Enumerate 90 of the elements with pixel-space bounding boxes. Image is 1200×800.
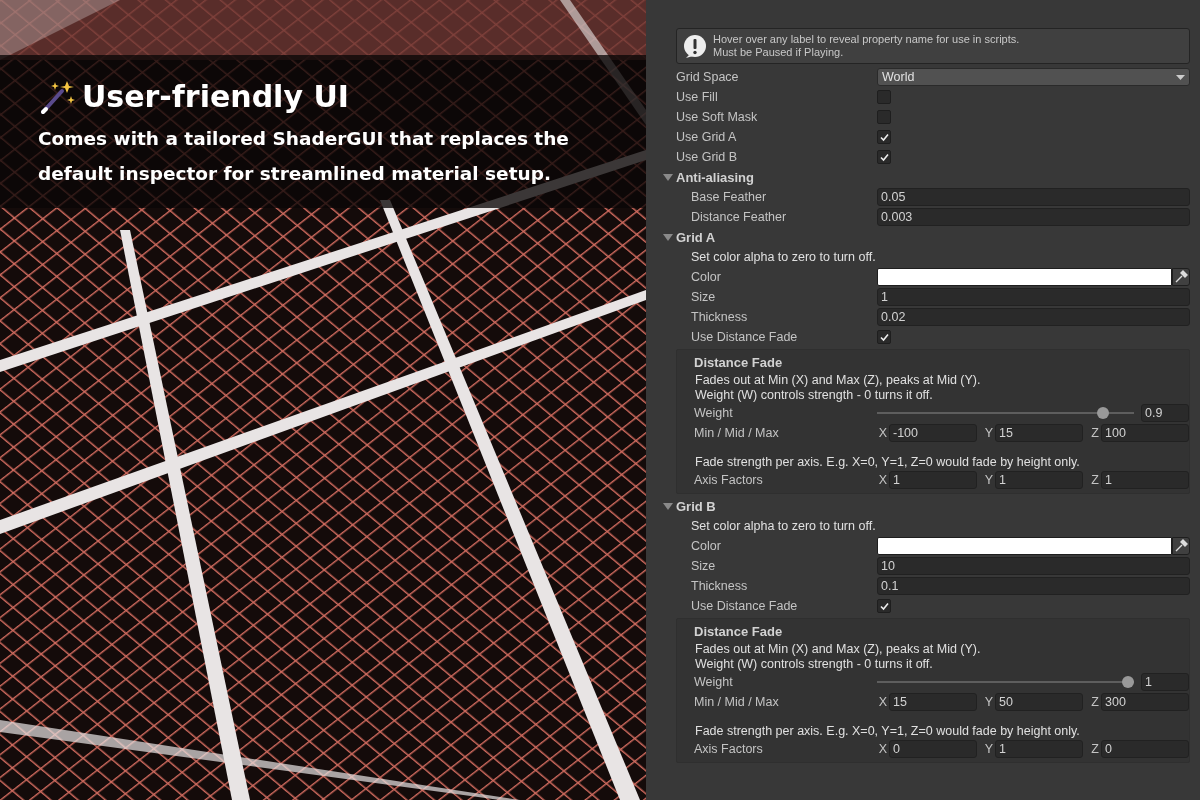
axis-label: Z bbox=[1090, 742, 1100, 756]
number-field[interactable]: 1 bbox=[995, 471, 1083, 489]
number-field[interactable]: 1 bbox=[877, 288, 1190, 306]
group-title: Distance Fade bbox=[694, 623, 784, 641]
number-field[interactable]: 10 bbox=[877, 557, 1190, 575]
help-text: Must be Paused if Playing. bbox=[713, 46, 845, 59]
property-label: Color bbox=[691, 539, 722, 553]
property-label: Use Grid B bbox=[676, 150, 739, 164]
help-text: Hover over any label to reveal property name for use in scripts. bbox=[713, 33, 1020, 46]
section-header[interactable]: Anti-aliasing bbox=[676, 169, 754, 185]
property-label: Axis Factors bbox=[694, 473, 764, 487]
number-field[interactable]: 0.9 bbox=[1141, 404, 1189, 422]
slider-track[interactable] bbox=[877, 406, 1134, 420]
expanded-arrow-icon[interactable] bbox=[662, 232, 676, 242]
section-header[interactable]: Grid B bbox=[676, 498, 716, 514]
property-label: Use Distance Fade bbox=[691, 599, 799, 613]
property-label: Axis Factors bbox=[694, 742, 764, 756]
number-field[interactable]: 300 bbox=[1101, 693, 1189, 711]
hint-text: Fade strength per axis. E.g. X=0, Y=1, Z=0 would fade by height only. bbox=[694, 455, 1081, 470]
group-title: Distance Fade bbox=[694, 354, 784, 372]
number-field[interactable]: 1 bbox=[995, 740, 1083, 758]
axis-label: Z bbox=[1090, 473, 1100, 487]
property-label: Weight bbox=[694, 675, 734, 689]
axis-label: X bbox=[877, 426, 889, 440]
axis-label: Y bbox=[983, 742, 995, 756]
number-field[interactable]: 0.05 bbox=[877, 188, 1190, 206]
section-header[interactable]: Grid A bbox=[676, 229, 716, 245]
headline: User-friendly UI bbox=[82, 79, 349, 115]
axis-label: Y bbox=[983, 473, 995, 487]
property-label: Size bbox=[691, 290, 717, 304]
description: Comes with a tailored ShaderGUI that replaces the default inspector for streamlined material setup. bbox=[38, 127, 570, 186]
number-field[interactable]: 100 bbox=[1101, 424, 1189, 442]
eyedropper-button[interactable] bbox=[1172, 537, 1190, 555]
axis-label: X bbox=[877, 473, 889, 487]
number-field[interactable]: 1 bbox=[1141, 673, 1189, 691]
property-label: Min / Mid / Max bbox=[694, 695, 780, 709]
property-label: Use Soft Mask bbox=[676, 110, 759, 124]
hint-text: Set color alpha to zero to turn off. bbox=[691, 249, 877, 266]
slider-handle[interactable] bbox=[1097, 407, 1110, 419]
number-field[interactable]: 15 bbox=[995, 424, 1083, 442]
property-label: Size bbox=[691, 559, 717, 573]
checkbox[interactable] bbox=[877, 90, 891, 104]
color-field[interactable] bbox=[877, 268, 1172, 286]
expanded-arrow-icon[interactable] bbox=[662, 501, 676, 511]
hint-text: Set color alpha to zero to turn off. bbox=[691, 518, 877, 535]
number-field[interactable]: -100 bbox=[889, 424, 977, 442]
property-label: Grid Space bbox=[676, 70, 740, 84]
axis-label: Y bbox=[983, 695, 995, 709]
axis-label: X bbox=[877, 742, 889, 756]
hint-text: Weight (W) controls strength - 0 turns it off. bbox=[694, 657, 934, 672]
property-label: Thickness bbox=[691, 310, 749, 324]
hint-text: Weight (W) controls strength - 0 turns it off. bbox=[694, 388, 934, 403]
caret-icon[interactable] bbox=[1176, 74, 1185, 80]
number-field[interactable]: 0.02 bbox=[877, 308, 1190, 326]
number-field[interactable]: 15 bbox=[889, 693, 977, 711]
number-field[interactable]: 1 bbox=[889, 471, 977, 489]
hint-text: Fades out at Min (X) and Max (Z), peaks at Mid (Y). bbox=[694, 642, 982, 657]
color-field[interactable] bbox=[877, 537, 1172, 555]
property-label: Use Distance Fade bbox=[691, 330, 799, 344]
slider-track[interactable] bbox=[877, 675, 1134, 689]
number-field[interactable]: 50 bbox=[995, 693, 1083, 711]
checkbox[interactable] bbox=[877, 150, 891, 164]
property-label: Thickness bbox=[691, 579, 749, 593]
number-field[interactable]: 0.003 bbox=[877, 208, 1190, 226]
axis-label: Y bbox=[983, 426, 995, 440]
number-field[interactable]: 0 bbox=[889, 740, 977, 758]
dropdown[interactable]: World bbox=[877, 68, 1190, 86]
number-field[interactable]: 0.1 bbox=[877, 577, 1190, 595]
axis-label: X bbox=[877, 695, 889, 709]
property-label: Color bbox=[691, 270, 722, 284]
property-label: Distance Feather bbox=[691, 210, 788, 224]
number-field[interactable]: 1 bbox=[1101, 471, 1189, 489]
number-field[interactable]: 0 bbox=[1101, 740, 1189, 758]
property-label: Base Feather bbox=[691, 190, 768, 204]
expanded-arrow-icon[interactable] bbox=[662, 172, 676, 182]
warning-icon bbox=[683, 33, 707, 59]
property-label: Use Grid A bbox=[676, 130, 738, 144]
checkbox[interactable] bbox=[877, 110, 891, 124]
hint-text: Fades out at Min (X) and Max (Z), peaks at Mid (Y). bbox=[694, 373, 982, 388]
slider-handle[interactable] bbox=[1122, 676, 1134, 688]
property-label: Weight bbox=[694, 406, 734, 420]
checkbox[interactable] bbox=[877, 130, 891, 144]
checkbox[interactable] bbox=[877, 330, 891, 344]
eyedropper-button[interactable] bbox=[1172, 268, 1190, 286]
axis-label: Z bbox=[1090, 695, 1100, 709]
property-label: Use Fill bbox=[676, 90, 719, 104]
property-label: Min / Mid / Max bbox=[694, 426, 780, 440]
axis-label: Z bbox=[1090, 426, 1100, 440]
checkbox[interactable] bbox=[877, 599, 891, 613]
hint-text: Fade strength per axis. E.g. X=0, Y=1, Z=0 would fade by height only. bbox=[694, 724, 1081, 739]
